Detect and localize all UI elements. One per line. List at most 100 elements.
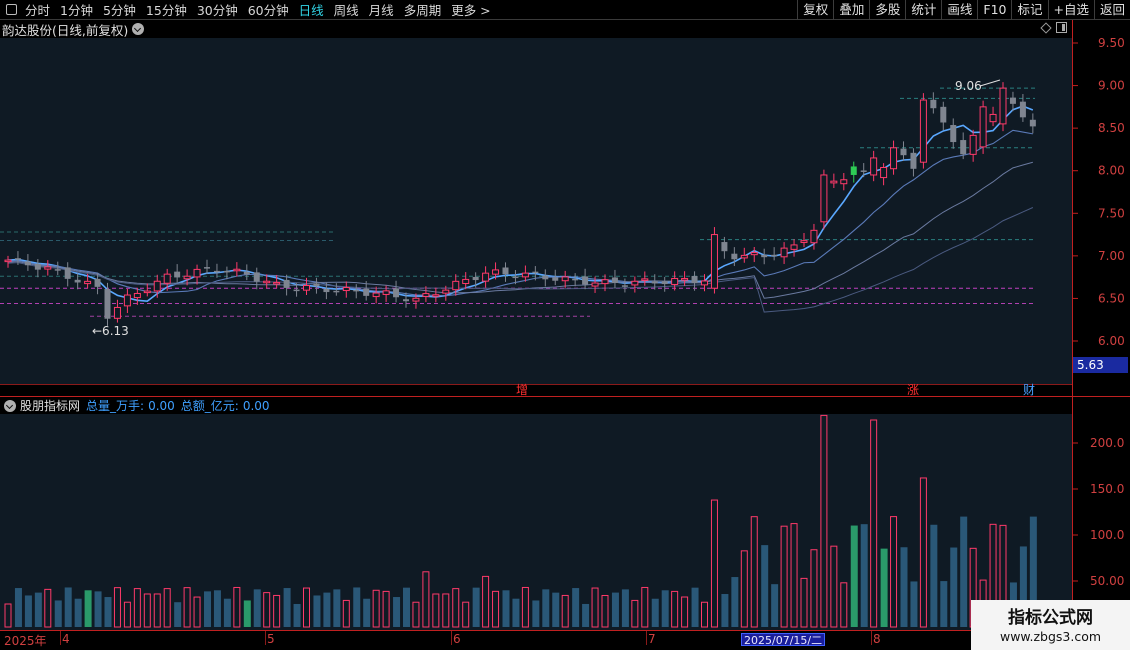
selected-date: 2025/07/15/二 xyxy=(741,633,826,647)
candle-body xyxy=(432,294,440,297)
volume-bar xyxy=(44,588,52,628)
date-axis: 2025年 4 5 6 7 8 2025/07/15/二 xyxy=(0,630,1130,650)
indicator-name: 股朋指标网 xyxy=(20,399,81,413)
volume-bar xyxy=(412,601,420,628)
month-label: 5 xyxy=(267,632,275,646)
candle-body xyxy=(54,269,61,271)
total-volume-value: 0.00 xyxy=(148,398,175,413)
candle-body xyxy=(750,252,758,256)
volume-bar xyxy=(740,550,748,628)
volume-bar xyxy=(263,592,271,628)
volume-bar xyxy=(153,593,161,628)
candle-body xyxy=(492,269,500,275)
price-tick-label: 7.50 xyxy=(1098,206,1125,220)
price-tick-label: 7.00 xyxy=(1098,249,1125,263)
candle-body xyxy=(512,276,519,279)
volume-bar xyxy=(661,590,669,627)
candle-body xyxy=(133,292,141,299)
chevron-down-icon[interactable] xyxy=(4,399,16,412)
volume-bar xyxy=(591,587,599,628)
candle-body xyxy=(163,273,171,284)
volume-bar xyxy=(233,586,241,628)
candle-body xyxy=(1019,101,1026,118)
kline-chart[interactable]: 9.50 9.00 8.50 8.00 7.50 7.00 6.50 6.00 200.0 15… xyxy=(0,0,1130,630)
candle-body xyxy=(1009,97,1016,104)
candle-body xyxy=(342,287,350,292)
candle-body xyxy=(582,276,589,285)
volume-bar xyxy=(840,582,848,628)
volume-bar xyxy=(223,598,231,627)
volume-bar xyxy=(174,602,182,627)
candle-body xyxy=(94,278,101,287)
candle-body xyxy=(393,288,400,298)
candle-body xyxy=(850,166,857,175)
candle-body xyxy=(193,268,201,278)
volume-bar xyxy=(273,594,281,628)
volume-bar xyxy=(64,587,72,627)
candle-body xyxy=(740,254,748,259)
candle-body xyxy=(34,263,41,270)
price-tick-label: 9.00 xyxy=(1098,79,1125,93)
volume-bar xyxy=(342,599,350,628)
month-label: 7 xyxy=(648,632,656,646)
candle-body xyxy=(661,281,668,285)
price-panel-bg xyxy=(0,38,1072,384)
event-marker: 财 xyxy=(1023,383,1035,397)
total-amount-value: 0.00 xyxy=(242,398,270,413)
volume-bar xyxy=(631,599,639,628)
indicator-title-bar: 股朋指标网 总量_万手: 0.00 总额_亿元: 0.00 xyxy=(2,397,270,414)
candle-body xyxy=(4,259,12,263)
candle-body xyxy=(870,157,878,176)
candle-body xyxy=(989,113,997,123)
volume-bar xyxy=(552,592,560,627)
volume-bar xyxy=(452,588,460,628)
watermark-logo: 指标公式网 www.zbgs3.com xyxy=(971,600,1130,650)
volume-bar xyxy=(919,477,927,628)
candle-body xyxy=(651,281,658,284)
candle-body xyxy=(44,266,52,270)
volume-bar xyxy=(710,499,718,628)
current-price-label: 5.63 xyxy=(1077,358,1104,372)
volume-bar xyxy=(761,545,769,627)
candle-body xyxy=(74,279,81,283)
volume-bar xyxy=(621,589,629,627)
candle-body xyxy=(910,152,917,169)
candle-body xyxy=(691,275,698,284)
month-label: 4 xyxy=(62,632,70,646)
volume-bar xyxy=(790,523,798,628)
volume-bar xyxy=(432,593,440,628)
candle-body xyxy=(452,280,460,291)
candle-body xyxy=(183,275,191,280)
volume-bar xyxy=(850,525,858,627)
volume-bar xyxy=(54,600,62,627)
candle-body xyxy=(353,289,360,292)
total-volume-label: 总量_万手: xyxy=(86,399,145,413)
candle-body xyxy=(14,258,21,260)
volume-bar xyxy=(403,587,410,627)
candle-body xyxy=(123,294,131,307)
candle-body xyxy=(900,148,907,156)
volume-bar xyxy=(143,593,151,628)
volume-bar xyxy=(4,603,12,628)
candle-body xyxy=(930,99,937,109)
month-label: 8 xyxy=(873,632,881,646)
candle-body xyxy=(104,289,111,319)
month-tick xyxy=(60,631,61,645)
candle-body xyxy=(303,285,310,291)
price-tick-label: 8.50 xyxy=(1098,121,1125,135)
volume-bar xyxy=(810,549,818,628)
volume-bar xyxy=(382,590,390,628)
volume-bar xyxy=(830,545,838,628)
volume-tick-label: 150.0 xyxy=(1090,482,1124,496)
candle-body xyxy=(561,276,569,282)
volume-bar xyxy=(701,601,708,628)
volume-bar xyxy=(442,593,450,628)
price-tick-label: 6.00 xyxy=(1098,334,1125,348)
volume-bar xyxy=(611,592,619,627)
volume-bar xyxy=(472,587,480,627)
candle-body xyxy=(532,271,539,274)
volume-bar xyxy=(800,577,808,628)
month-tick xyxy=(646,631,647,645)
volume-bar xyxy=(950,547,958,627)
watermark-url: www.zbgs3.com xyxy=(999,629,1102,644)
